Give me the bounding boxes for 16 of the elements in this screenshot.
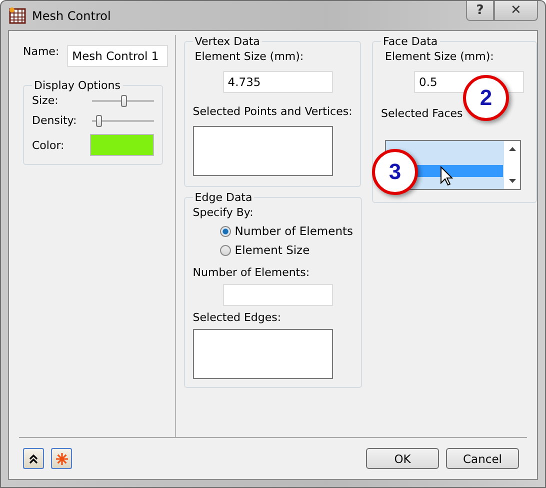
group-title: Vertex Data [194,35,261,48]
window-title: Mesh Control [32,8,111,22]
field-label: Name: [23,45,60,58]
group-title: Face Data [382,35,439,48]
list-label: Selected Faces [381,106,464,122]
field-label: Number of Elements: [192,265,311,279]
group-title: Edge Data [194,191,254,204]
group-title: Display Options [33,79,122,92]
list-label: Selected Points and Vertices: [192,104,352,118]
slider-label: Density: [32,114,77,127]
slider-label: Size: [32,94,58,107]
field-label: Specify By: [192,206,254,219]
field-label: Element Size (mm): [384,50,495,63]
list-label: Selected Edges: [192,311,282,324]
field-label: Element Size (mm): [194,50,305,63]
color-label: Color: [32,138,64,152]
